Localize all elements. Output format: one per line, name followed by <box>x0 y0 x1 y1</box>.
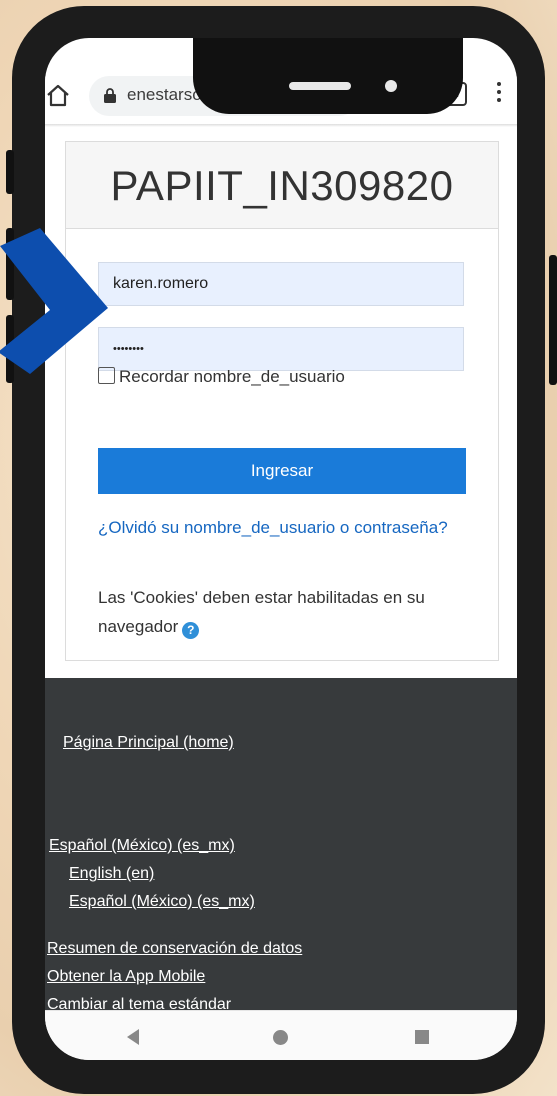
login-card-header: PAPIIT_IN309820 <box>66 142 498 229</box>
more-menu-icon[interactable] <box>497 82 503 106</box>
divider <box>45 124 517 127</box>
phone-side-button <box>6 150 14 194</box>
android-nav-bar <box>45 1010 517 1060</box>
site-title: PAPIIT_IN309820 <box>110 162 454 209</box>
current-language-link[interactable]: Español (México) (es_mx) <box>49 837 235 855</box>
username-field[interactable]: karen.romero <box>98 262 464 306</box>
login-card: PAPIIT_IN309820 karen.romero •••••••• Re… <box>65 141 499 661</box>
cookies-text: Las 'Cookies' deben estar habilitadas en… <box>98 588 425 636</box>
mobile-app-link[interactable]: Obtener la App Mobile <box>47 968 205 986</box>
phone-screen: enestarsocialtlaxcala.org 27 PAPIIT_IN30… <box>45 38 517 1060</box>
username-value: karen.romero <box>113 275 209 292</box>
phone-side-button <box>549 255 557 385</box>
language-option-es-mx[interactable]: Español (México) (es_mx) <box>69 893 255 911</box>
front-camera <box>385 80 397 92</box>
help-icon[interactable]: ? <box>182 622 200 639</box>
pointing-arrow-icon <box>0 228 108 374</box>
data-retention-link[interactable]: Resumen de conservación de datos <box>47 940 302 958</box>
page-footer: Página Principal (home) Español (México)… <box>45 678 517 1013</box>
language-option-en[interactable]: English (en) <box>69 865 154 883</box>
lock-icon <box>104 88 116 103</box>
remember-label: Recordar nombre_de_usuario <box>119 367 345 386</box>
nav-home-icon[interactable] <box>273 1030 288 1045</box>
nav-back-icon[interactable] <box>127 1029 139 1045</box>
cookies-notice: Las 'Cookies' deben estar habilitadas en… <box>98 583 478 641</box>
login-button[interactable]: Ingresar <box>98 448 466 494</box>
forgot-password-link[interactable]: ¿Olvidó su nombre_de_usuario o contraseñ… <box>98 514 468 542</box>
password-value: •••••••• <box>113 343 144 355</box>
remember-username[interactable]: Recordar nombre_de_usuario <box>98 367 345 387</box>
password-field[interactable]: •••••••• <box>98 327 464 371</box>
home-icon[interactable] <box>45 82 71 108</box>
nav-recents-icon[interactable] <box>415 1030 429 1044</box>
speaker <box>289 82 351 90</box>
home-link[interactable]: Página Principal (home) <box>63 734 234 752</box>
phone-notch <box>193 38 463 114</box>
